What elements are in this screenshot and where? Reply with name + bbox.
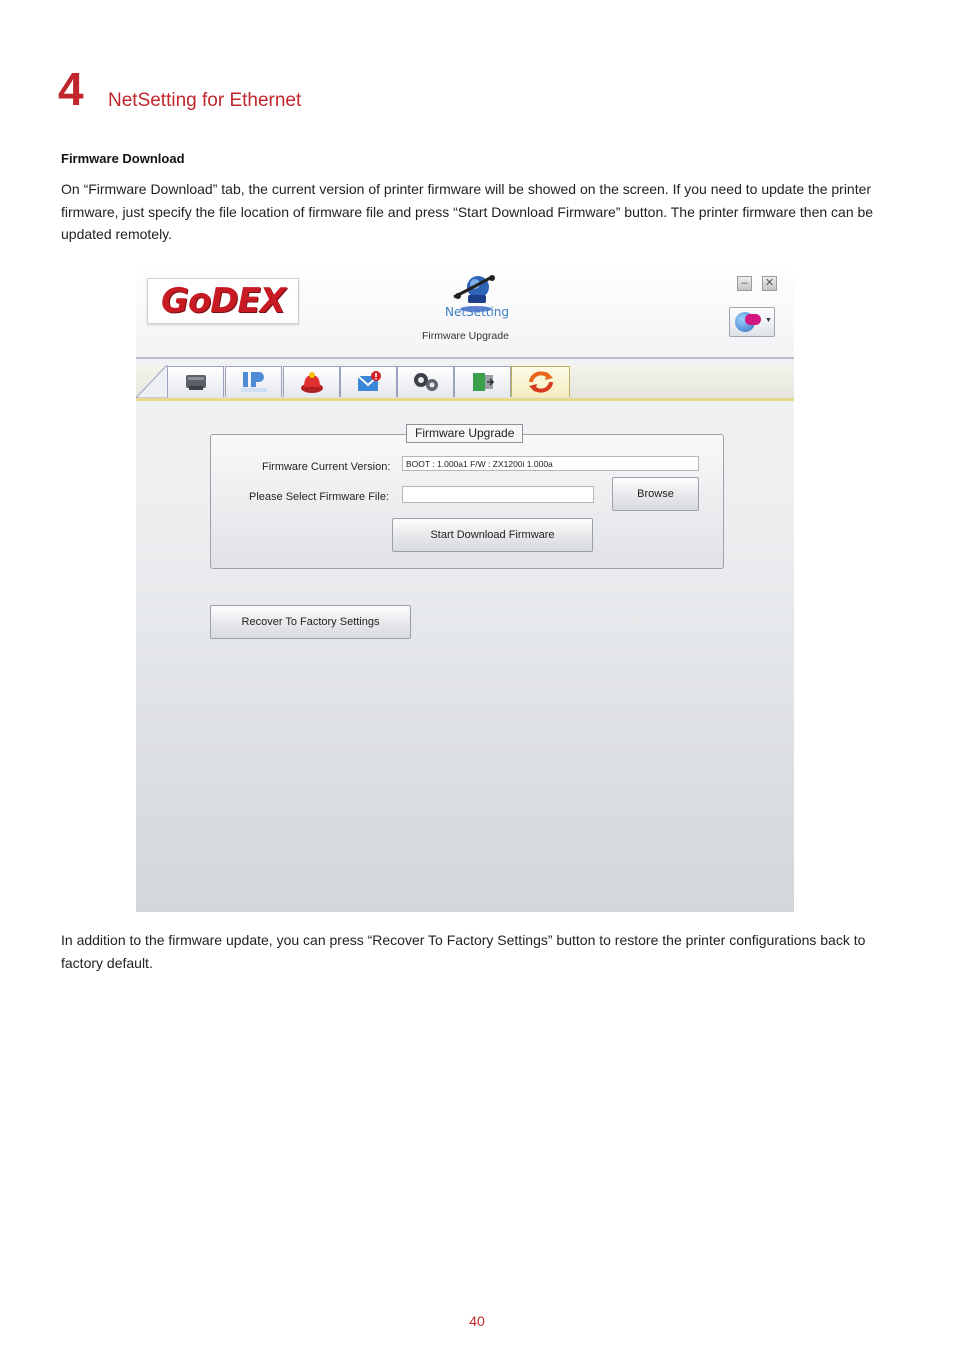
browse-button[interactable]: Browse — [612, 477, 699, 511]
netsetting-name: NetSetting — [445, 305, 510, 319]
start-download-button[interactable]: Start Download Firmware — [392, 518, 593, 552]
gears-icon — [413, 373, 438, 391]
email-alert-icon — [356, 371, 381, 391]
tab-exit[interactable] — [454, 366, 511, 397]
current-version-label: Firmware Current Version: — [262, 461, 391, 473]
select-file-label: Please Select Firmware File: — [249, 491, 389, 503]
door-exit-icon — [472, 373, 494, 391]
dropdown-arrow-icon: ▼ — [765, 317, 772, 324]
chapter-title: NetSetting for Ethernet — [108, 90, 302, 111]
current-version-field: BOOT : 1.000a1 F/W : ZX1200i 1.000a — [402, 456, 699, 471]
tab-firmware[interactable] — [511, 366, 570, 397]
ip-network-icon — [240, 372, 267, 392]
printer-icon — [185, 375, 206, 390]
tab-ip-network[interactable] — [225, 366, 282, 397]
tab-email[interactable] — [340, 366, 397, 397]
intro-paragraph: On “Firmware Download” tab, the current … — [61, 181, 874, 242]
app-subtitle: Firmware Upgrade — [422, 330, 509, 342]
minimize-icon: – — [741, 277, 748, 289]
chapter-number: 4 — [58, 63, 84, 115]
tab-alarm[interactable] — [283, 366, 340, 397]
page-number: 40 — [469, 1313, 485, 1329]
logo-text: GoDEX — [161, 281, 286, 321]
language-button[interactable]: ▼ — [729, 307, 775, 337]
firmware-file-input[interactable] — [402, 486, 594, 503]
netsetting-window: GoDEX NetSetting Firmware Upgrade – ✕ ▼ — [136, 265, 794, 912]
minimize-button[interactable]: – — [737, 276, 752, 291]
godex-logo: GoDEX — [147, 278, 299, 324]
alarm-bell-icon — [300, 372, 323, 393]
language-badge-icon — [745, 314, 761, 325]
app-header: GoDEX NetSetting Firmware Upgrade – ✕ ▼ — [136, 265, 794, 359]
tab-strip — [136, 365, 794, 401]
recover-factory-button[interactable]: Recover To Factory Settings — [210, 605, 411, 639]
tab-settings[interactable] — [397, 366, 454, 397]
group-legend: Firmware Upgrade — [406, 424, 524, 443]
outro-paragraph: In addition to the firmware update, you … — [61, 932, 866, 971]
refresh-arrows-icon — [528, 371, 553, 393]
tab-strip-slant — [136, 365, 168, 398]
section-heading: Firmware Download — [61, 151, 185, 166]
close-button[interactable]: ✕ — [762, 276, 777, 291]
close-icon: ✕ — [764, 277, 775, 289]
tab-printer[interactable] — [167, 366, 224, 397]
